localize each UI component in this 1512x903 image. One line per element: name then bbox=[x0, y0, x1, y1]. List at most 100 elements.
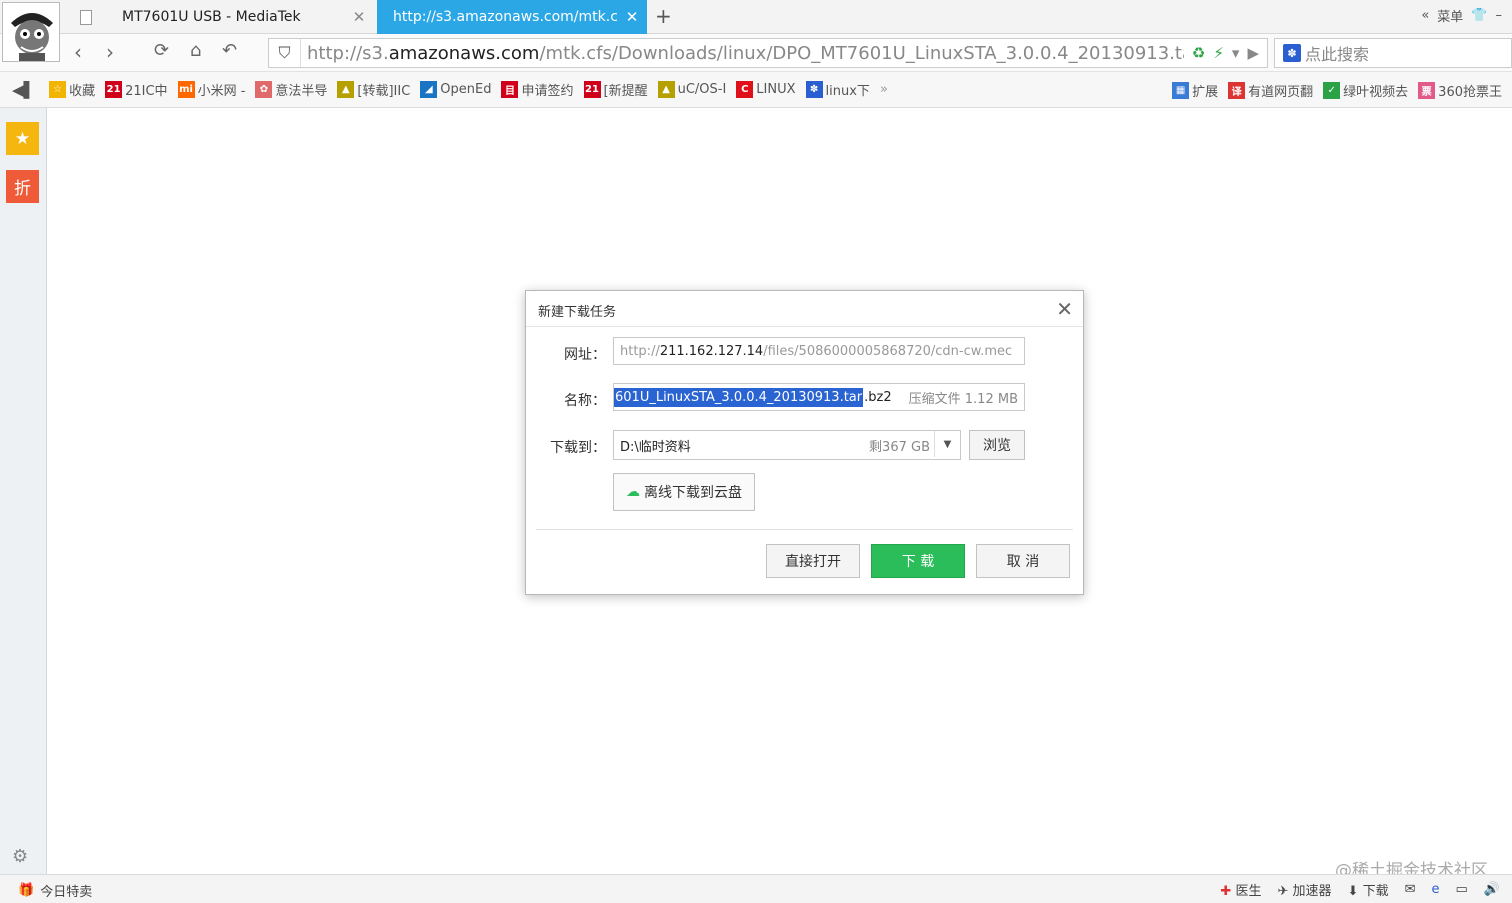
rocket-icon: ✈ bbox=[1277, 884, 1289, 899]
bookmark-1[interactable]: 21 21IC中 bbox=[105, 80, 168, 99]
dialog-divider bbox=[536, 529, 1073, 530]
bookmark-10[interactable]: ✽ linux下 bbox=[805, 80, 870, 99]
shield-icon[interactable]: ⛉ bbox=[269, 39, 301, 67]
bookmark-label: uC/OS-I bbox=[677, 82, 727, 97]
bookmark-label: 有道网页翻 bbox=[1248, 84, 1314, 100]
bookmark-2[interactable]: mi 小米网 - bbox=[177, 80, 246, 99]
save-path-label: 下载到： bbox=[550, 440, 606, 456]
undo-icon[interactable]: ↶ bbox=[222, 40, 237, 61]
bookmark-favicon-icon: mi bbox=[177, 81, 195, 98]
save-path-field[interactable]: D:\临时资料 剩367 GB ▼ bbox=[613, 430, 961, 460]
user-avatar[interactable] bbox=[2, 2, 60, 62]
chat-icon[interactable]: ✉ bbox=[1405, 882, 1416, 897]
dialog-title: 新建下载任务 bbox=[538, 305, 617, 320]
bookmarks-more-icon[interactable]: » bbox=[880, 82, 888, 97]
bookmark-label: 360抢票王 bbox=[1438, 84, 1502, 100]
bookmarks-bar: ◀▌ ☆ 收藏 21 21IC中 mi 小米网 - ✿ 意法半导 ▲ [转载]IIC ◢ OpenEd… bbox=[0, 72, 1512, 108]
bookmark-favicon-icon: ▦ bbox=[1172, 81, 1190, 99]
cancel-button[interactable]: 取 消 bbox=[976, 544, 1070, 578]
tab-mediatek[interactable]: MT7601U USB - MediaTek ✕ bbox=[66, 0, 374, 34]
bookmark-label: LINUX bbox=[756, 82, 796, 97]
refresh-icon[interactable]: ⟳ bbox=[154, 40, 169, 61]
forward-icon[interactable]: › bbox=[106, 40, 114, 64]
collapse-icon[interactable]: « bbox=[1421, 8, 1429, 23]
search-input[interactable]: ✽ 点此搜索 bbox=[1274, 38, 1512, 68]
bookmark-4[interactable]: ▲ [转载]IIC bbox=[337, 80, 410, 99]
bookmark-favicon-icon: 21 bbox=[105, 81, 123, 98]
bookmark-8[interactable]: ▲ uC/OS-I bbox=[657, 81, 727, 98]
recycle-icon[interactable]: ♻ bbox=[1192, 44, 1205, 62]
tab-close-icon[interactable]: ✕ bbox=[344, 8, 374, 26]
bookmark-favicon-icon: 21 bbox=[583, 81, 601, 98]
bookmark-label: 小米网 - bbox=[197, 84, 246, 99]
extension-bar: ▦ 扩展译有道网页翻 ✓ 绿叶视频去票 360抢票王 bbox=[1172, 72, 1512, 108]
daily-deals[interactable]: 🎁 今日特卖 bbox=[18, 881, 92, 900]
tab-title: http://s3.amazonaws.com/mtk.c bbox=[393, 9, 617, 25]
favorites-star-icon[interactable]: ★ bbox=[6, 122, 39, 155]
new-tab-button[interactable]: + bbox=[655, 4, 672, 28]
settings-gear-icon[interactable]: ⚙ bbox=[12, 846, 28, 867]
minimize-icon[interactable]: – bbox=[1496, 8, 1503, 23]
lightning-icon[interactable]: ⚡ bbox=[1213, 44, 1224, 62]
close-icon[interactable]: ✕ bbox=[1056, 297, 1073, 321]
bookmark-label: 绿叶视频去 bbox=[1343, 84, 1409, 100]
browse-button[interactable]: 浏览 bbox=[969, 430, 1025, 460]
tab-amazonaws[interactable]: http://s3.amazonaws.com/mtk.c ✕ bbox=[377, 0, 647, 34]
bookmark-label: OpenEd bbox=[440, 82, 492, 97]
tab-close-icon[interactable]: ✕ bbox=[617, 8, 647, 26]
status-tools: ✚ 医生 ✈ 加速器 ⬇ 下载 ✉ e ▭ 🔊 bbox=[1220, 880, 1500, 899]
bookmark-label: [转载]IIC bbox=[357, 84, 411, 99]
window-menu-area: « 菜单 👕 – bbox=[1421, 6, 1502, 25]
download-manager-button[interactable]: ⬇ 下载 bbox=[1348, 880, 1389, 899]
bookmark-list: ☆ 收藏 21 21IC中 mi 小米网 - ✿ 意法半导 ▲ [转载]IIC ◢ OpenEd 目申请… bbox=[49, 80, 880, 99]
volume-icon[interactable]: 🔊 bbox=[1484, 882, 1500, 897]
bookmark-label: 意法半导 bbox=[275, 84, 328, 99]
tab-bar: MT7601U USB - MediaTek ✕ http://s3.amazo… bbox=[0, 0, 1512, 62]
bookmark-label: 21IC中 bbox=[125, 84, 168, 99]
navigation-bar: ‹ › ⟳ ⌂ ↶ ⛉ http://s3.amazonaws.com/mtk.… bbox=[0, 34, 1512, 72]
ie-icon[interactable]: e bbox=[1432, 882, 1440, 897]
address-url[interactable]: http://s3.amazonaws.com/mtk.cfs/Download… bbox=[301, 43, 1184, 64]
download-arrow-icon: ⬇ bbox=[1347, 884, 1359, 899]
bookmark-favicon-icon: ✽ bbox=[805, 81, 823, 98]
bookmark-label: 扩展 bbox=[1192, 84, 1219, 100]
filename-field[interactable]: 601U_LinuxSTA_3.0.0.4_20130913.tar .bz2 压… bbox=[613, 383, 1025, 411]
extension-2[interactable]: ✓ 绿叶视频去 bbox=[1323, 81, 1408, 100]
doctor-icon: ✚ bbox=[1220, 884, 1232, 899]
save-path-value: D:\临时资料 bbox=[620, 439, 691, 455]
bookmark-6[interactable]: 目申请签约 bbox=[501, 80, 574, 99]
bookmark-7[interactable]: 21 [新提醒 bbox=[583, 80, 648, 99]
sidebar-toggle-icon[interactable]: ◀▌ bbox=[12, 81, 35, 99]
home-icon[interactable]: ⌂ bbox=[190, 40, 201, 61]
skin-icon[interactable]: 👕 bbox=[1471, 8, 1487, 23]
bookmark-favicon-icon: C bbox=[736, 81, 754, 98]
chevron-down-icon[interactable]: ▼ bbox=[934, 431, 960, 457]
extension-1[interactable]: 译有道网页翻 bbox=[1228, 81, 1313, 100]
left-sidebar: ★ 折 ⚙ bbox=[0, 108, 47, 874]
screen-icon[interactable]: ▭ bbox=[1456, 882, 1468, 897]
download-button[interactable]: 下 载 bbox=[871, 544, 965, 578]
new-download-dialog: 新建下载任务 ✕ 网址： http://211.162.127.14/files… bbox=[525, 290, 1084, 595]
extension-0[interactable]: ▦ 扩展 bbox=[1172, 81, 1218, 100]
bookmark-5[interactable]: ◢ OpenEd bbox=[420, 81, 491, 98]
bookmark-9[interactable]: C LINUX bbox=[736, 81, 796, 98]
go-icon[interactable]: ▶ bbox=[1247, 44, 1259, 62]
url-field[interactable]: http://211.162.127.14/files/508600000586… bbox=[613, 337, 1025, 365]
bookmark-0[interactable]: ☆ 收藏 bbox=[49, 80, 95, 99]
extension-3[interactable]: 票 360抢票王 bbox=[1418, 81, 1502, 100]
accelerator-button[interactable]: ✈ 加速器 bbox=[1277, 880, 1331, 899]
baidu-paw-icon[interactable]: ✽ bbox=[1283, 44, 1301, 62]
bookmark-favicon-icon: 票 bbox=[1418, 81, 1436, 99]
tab-title: MT7601U USB - MediaTek bbox=[122, 9, 301, 25]
back-icon[interactable]: ‹ bbox=[74, 40, 82, 64]
open-directly-button[interactable]: 直接打开 bbox=[766, 544, 860, 578]
dropdown-icon[interactable]: ▾ bbox=[1232, 44, 1240, 62]
name-label: 名称： bbox=[564, 393, 606, 409]
cloud-download-button[interactable]: ☁ 离线下载到云盘 bbox=[613, 473, 755, 511]
address-bar[interactable]: ⛉ http://s3.amazonaws.com/mtk.cfs/Downlo… bbox=[268, 38, 1268, 68]
discount-icon[interactable]: 折 bbox=[6, 170, 39, 203]
menu-button[interactable]: 菜单 bbox=[1437, 6, 1463, 25]
bookmark-3[interactable]: ✿ 意法半导 bbox=[255, 80, 327, 99]
doctor-button[interactable]: ✚ 医生 bbox=[1220, 880, 1261, 899]
bookmark-favicon-icon: ✿ bbox=[255, 81, 273, 98]
